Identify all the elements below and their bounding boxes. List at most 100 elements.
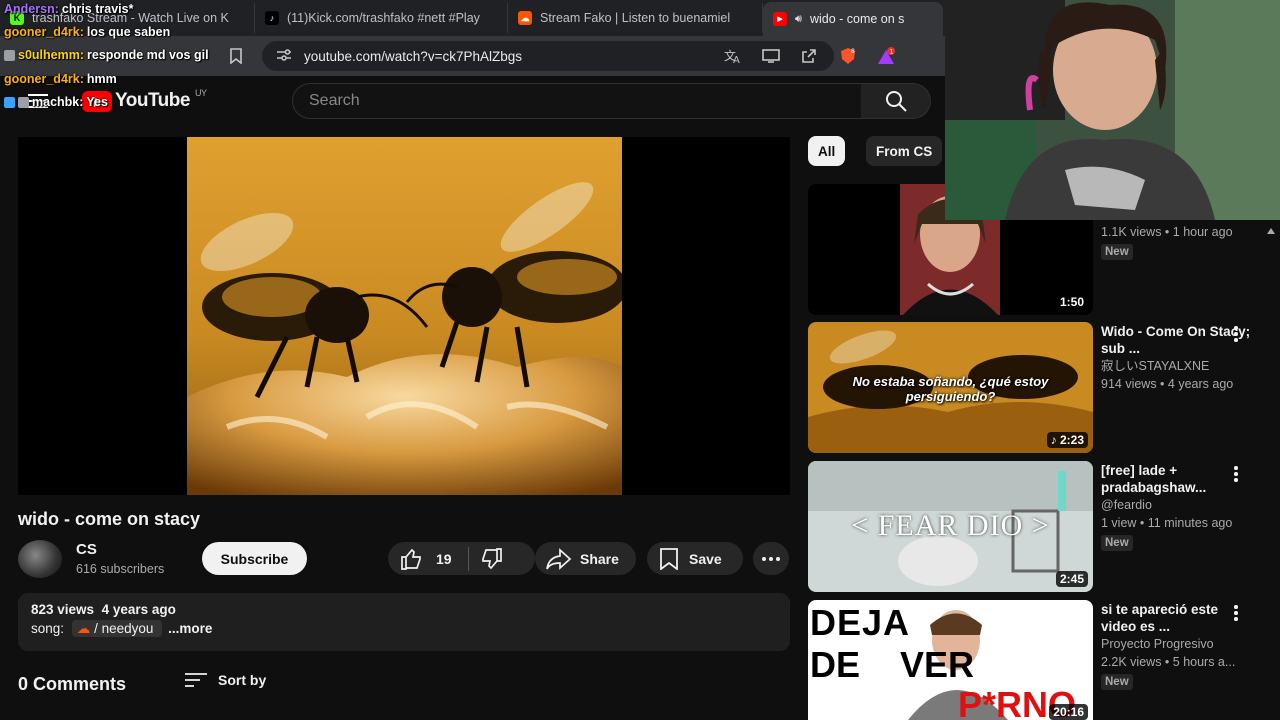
translate-icon[interactable]: 文A bbox=[723, 46, 743, 66]
related-info-4[interactable]: si te apareció este video es ... Proyect… bbox=[1101, 601, 1251, 690]
share-label: Share bbox=[580, 550, 619, 567]
show-more-link[interactable]: ...more bbox=[168, 621, 212, 636]
video-duration: 2:45 bbox=[1055, 571, 1088, 587]
channel-avatar[interactable] bbox=[18, 540, 62, 578]
new-badge: New bbox=[1101, 674, 1133, 690]
chat-message: gooner_d4rk: los que saben bbox=[4, 25, 170, 39]
related-thumbnail-4[interactable]: DEJA DE VER P*RNO 20:16 bbox=[808, 600, 1093, 720]
cast-icon[interactable] bbox=[761, 46, 781, 66]
chat-username: gooner_d4rk: bbox=[4, 72, 84, 86]
chat-message: s0ulhemm: responde md vos gil bbox=[4, 48, 209, 62]
subscriber-badge-icon bbox=[4, 49, 15, 61]
search-placeholder: Search bbox=[309, 92, 360, 109]
search-icon bbox=[885, 91, 907, 112]
video-duration: ♪ 2:23 bbox=[1046, 432, 1088, 448]
song-link[interactable]: ☁ / needyou bbox=[71, 620, 163, 637]
related-menu-icon[interactable] bbox=[1232, 466, 1240, 482]
bookmark-save-icon bbox=[660, 547, 678, 570]
duration-text: 2:23 bbox=[1059, 433, 1084, 447]
music-note-icon: ♪ bbox=[1050, 433, 1057, 447]
related-stats: 914 views • 4 years ago bbox=[1101, 377, 1234, 391]
related-channel: Proyecto Progresivo bbox=[1101, 637, 1214, 651]
chat-username: s0ulhemm: bbox=[18, 48, 84, 62]
video-player[interactable] bbox=[18, 137, 790, 495]
thumbnail-caption: No estaba soñando, ¿qué estoy persiguien… bbox=[852, 374, 1049, 404]
address-bar[interactable]: youtube.com/watch?v=ck7PhAlZbgs bbox=[262, 41, 834, 71]
pill-divider bbox=[467, 546, 469, 571]
related-stats: 1 view • 11 minutes ago bbox=[1101, 516, 1233, 530]
video-duration: 20:16 bbox=[1049, 704, 1088, 720]
related-title: [free] lade + pradabagshaw... bbox=[1101, 463, 1207, 495]
description-box[interactable]: 823 views 4 years ago song: ☁ / needyou … bbox=[18, 593, 790, 651]
related-menu-icon[interactable] bbox=[1232, 326, 1240, 342]
thumbnail-caption: < FEAR DIO > bbox=[851, 509, 1050, 542]
scrollbar-arrow-icon[interactable] bbox=[1267, 222, 1275, 234]
related-thumbnail-3[interactable]: < FEAR DIO > 2:45 bbox=[808, 461, 1093, 592]
speaker-icon[interactable]: 🔊︎ bbox=[795, 13, 802, 26]
chat-message: machbk: Yes bbox=[4, 95, 108, 109]
site-settings-icon[interactable] bbox=[276, 48, 292, 65]
share-page-icon[interactable] bbox=[799, 46, 819, 66]
more-actions-button[interactable] bbox=[753, 542, 789, 575]
browser-tab-soundcloud[interactable]: ☁ Stream Fako | Listen to buenamiel bbox=[508, 3, 763, 33]
dislike-button[interactable] bbox=[479, 547, 503, 570]
save-label: Save bbox=[689, 550, 722, 567]
soundcloud-icon: ☁ bbox=[518, 11, 532, 25]
related-stats: 1.1K views • 1 hour ago bbox=[1101, 225, 1233, 239]
view-count: 823 views bbox=[31, 602, 95, 617]
browser-tab-youtube-active[interactable]: ▶ 🔊︎ wido - come on s bbox=[763, 2, 943, 36]
subscribe-button[interactable]: Subscribe bbox=[202, 542, 307, 575]
related-info-2[interactable]: Wido - Come On Stacy; sub ... 寂しいSTAYALX… bbox=[1101, 323, 1251, 393]
chat-text: Yes bbox=[86, 95, 108, 109]
svg-text:8: 8 bbox=[851, 48, 855, 55]
related-channel: 寂しいSTAYALXNE bbox=[1101, 359, 1210, 373]
related-info-3[interactable]: [free] lade + pradabagshaw... @feardio 1… bbox=[1101, 462, 1251, 551]
new-badge: New bbox=[1101, 535, 1133, 551]
related-info-1[interactable]: 1.1K views • 1 hour ago New bbox=[1101, 223, 1251, 260]
svg-text:1: 1 bbox=[890, 48, 894, 55]
more-horizontal-icon bbox=[762, 556, 780, 561]
youtube-icon: ▶ bbox=[773, 12, 787, 26]
search-input[interactable]: Search bbox=[292, 83, 862, 119]
chat-username: machbk: bbox=[32, 95, 84, 109]
brave-rewards-icon[interactable]: 1 bbox=[876, 46, 896, 66]
thumbs-up-icon bbox=[401, 548, 421, 570]
chat-message: Andersn: chris travis* bbox=[4, 2, 133, 16]
tab-label: (11)Kick.com/trashfako #nett #Play bbox=[287, 11, 480, 25]
comments-count: 0 Comments bbox=[18, 674, 127, 694]
description-song-line: song: ☁ / needyou ...more bbox=[31, 620, 777, 637]
related-menu-icon[interactable] bbox=[1232, 605, 1240, 621]
verified-badge-icon bbox=[4, 96, 15, 108]
like-button[interactable]: 19 bbox=[400, 548, 452, 570]
related-thumbnail-2[interactable]: No estaba soñando, ¿qué estoy persiguien… bbox=[808, 322, 1093, 453]
chip-all[interactable]: All bbox=[808, 136, 846, 166]
share-button[interactable]: Share bbox=[535, 542, 636, 575]
like-dislike-group: 19 bbox=[388, 542, 535, 575]
upload-age: 4 years ago bbox=[101, 602, 176, 617]
chat-text: responde md vos gil bbox=[87, 48, 209, 62]
chat-text: chris travis* bbox=[61, 2, 134, 16]
channel-name[interactable]: CS bbox=[76, 541, 97, 558]
sort-by-button[interactable]: Sort by bbox=[184, 672, 266, 688]
save-button[interactable]: Save bbox=[647, 542, 743, 575]
related-title: si te apareció este video es ... bbox=[1101, 602, 1219, 634]
brave-shield-icon[interactable]: 8 bbox=[838, 46, 858, 66]
video-duration: 1:50 bbox=[1055, 294, 1088, 310]
bookmark-icon[interactable] bbox=[226, 46, 246, 66]
chip-from-channel[interactable]: From CS bbox=[866, 136, 943, 166]
chat-message: gooner_d4rk: hmm bbox=[4, 72, 117, 86]
screen: K trashfako Stream - Watch Live on K ♪ (… bbox=[0, 0, 1280, 720]
region-code: UY bbox=[194, 88, 207, 98]
search-button[interactable] bbox=[861, 83, 931, 119]
chat-username: gooner_d4rk: bbox=[4, 25, 84, 39]
chat-username: Andersn: bbox=[4, 2, 59, 16]
svg-text:A: A bbox=[733, 55, 740, 64]
share-icon bbox=[546, 547, 572, 570]
webcam-image bbox=[945, 0, 1280, 220]
url-text: youtube.com/watch?v=ck7PhAlZbgs bbox=[304, 48, 522, 64]
video-frame-bees bbox=[187, 137, 622, 495]
like-count: 19 bbox=[436, 550, 452, 567]
browser-tab-tiktok[interactable]: ♪ (11)Kick.com/trashfako #nett #Play bbox=[255, 3, 508, 33]
subscriber-badge-icon bbox=[18, 96, 29, 108]
sort-icon bbox=[185, 673, 207, 687]
